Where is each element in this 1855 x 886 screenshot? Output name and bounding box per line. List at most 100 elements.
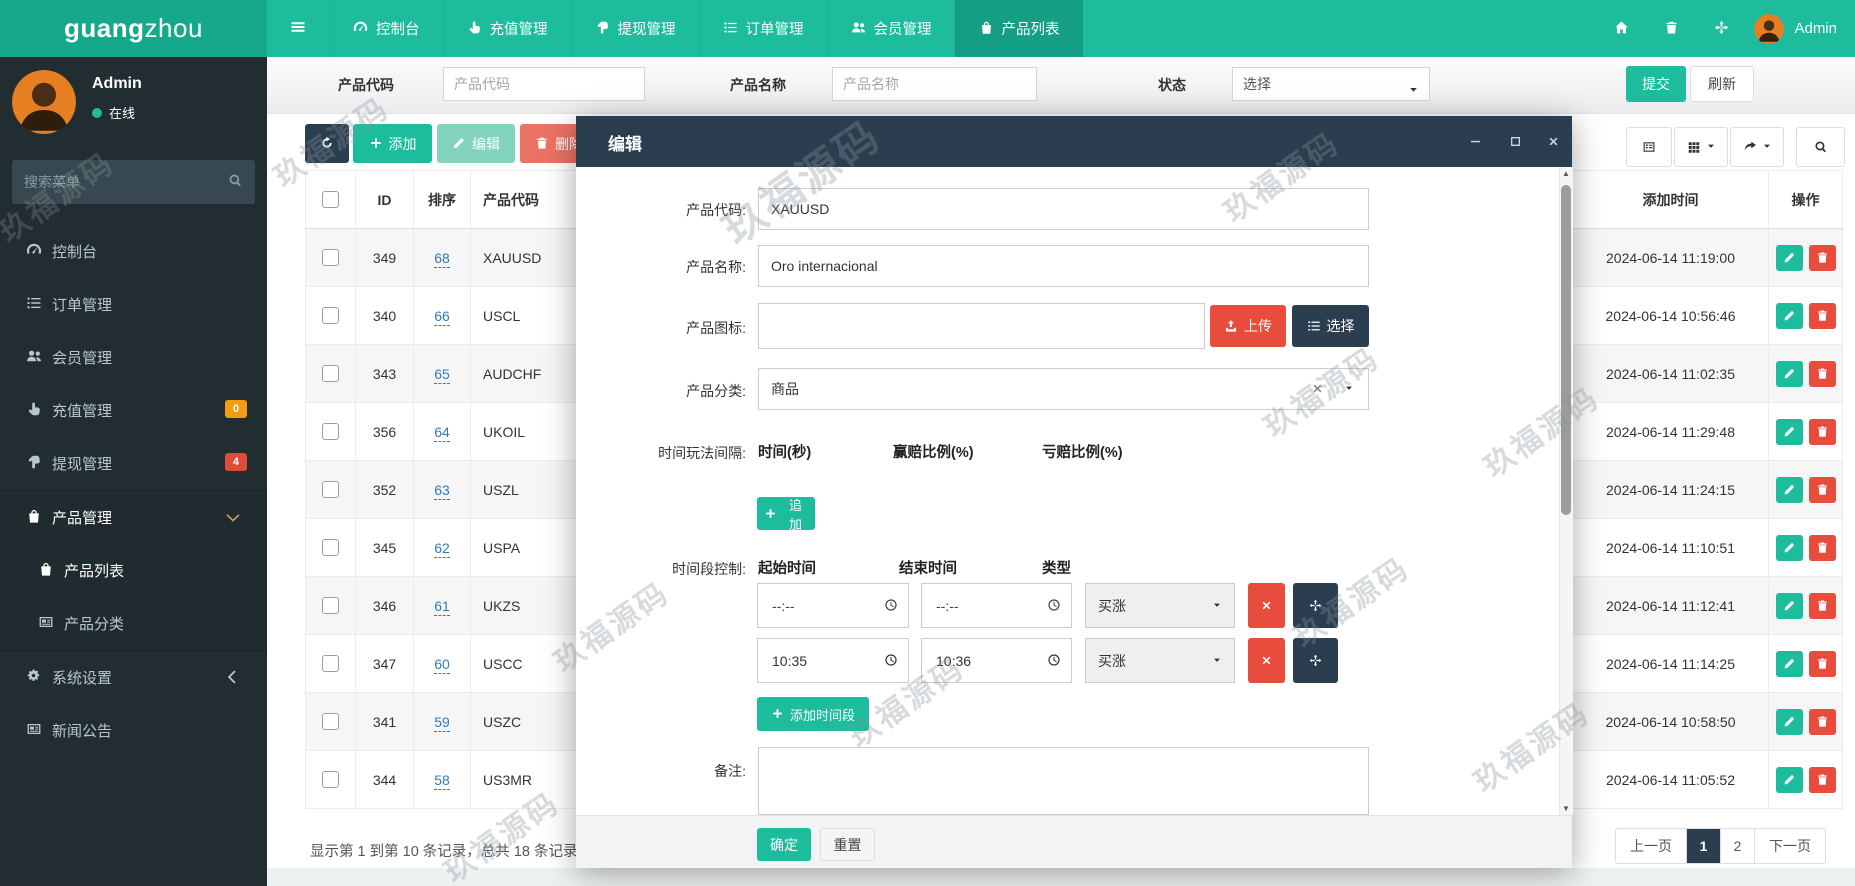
row-checkbox[interactable] [322,307,339,324]
scrollbar-thumb[interactable] [1561,185,1571,515]
row-delete-button[interactable] [1809,303,1836,329]
scroll-down-icon[interactable]: ▼ [1562,804,1570,813]
row-delete-button[interactable] [1809,535,1836,561]
product-code-input[interactable] [758,188,1369,230]
type-select[interactable]: 买涨 [1085,583,1235,628]
nav-item-orders[interactable]: 订单管理 [699,0,827,57]
nav-item-recharge[interactable]: 充值管理 [443,0,571,57]
remove-period-button[interactable] [1248,638,1285,683]
end-time-input[interactable]: 10:36 [921,638,1072,683]
row-edit-button[interactable] [1776,361,1803,387]
filter-name-input[interactable] [832,67,1037,101]
row-edit-button[interactable] [1776,303,1803,329]
user-menu[interactable]: Admin [1746,14,1855,44]
product-name-input[interactable] [758,245,1369,287]
sidebar-item-dashboard[interactable]: 控制台 [0,225,267,278]
row-checkbox[interactable] [322,423,339,440]
row-edit-button[interactable] [1776,651,1803,677]
nav-item-members[interactable]: 会员管理 [827,0,955,57]
row-delete-button[interactable] [1809,767,1836,793]
row-edit-button[interactable] [1776,767,1803,793]
sort-link[interactable]: 64 [434,424,450,442]
confirm-button[interactable]: 确定 [757,828,811,861]
row-checkbox[interactable] [322,713,339,730]
add-button[interactable]: 添加 [353,124,432,163]
sort-link[interactable]: 61 [434,598,450,616]
sidebar-item-product-mgmt[interactable]: 产品管理 [0,491,267,544]
product-category-select[interactable]: 商品 [758,368,1369,410]
row-delete-button[interactable] [1809,419,1836,445]
maximize-icon[interactable] [1509,134,1522,149]
sort-link[interactable]: 58 [434,772,450,790]
row-edit-button[interactable] [1776,477,1803,503]
type-select[interactable]: 买涨 [1085,638,1235,683]
sidebar-toggle-button[interactable] [267,0,329,57]
sidebar-item-members[interactable]: 会员管理 [0,331,267,384]
row-checkbox[interactable] [322,249,339,266]
nav-item-withdraw[interactable]: 提现管理 [571,0,699,57]
sort-link[interactable]: 68 [434,250,450,268]
sort-link[interactable]: 59 [434,714,450,732]
row-checkbox[interactable] [322,539,339,556]
pagination-page-2[interactable]: 2 [1721,829,1755,863]
filter-status-select[interactable]: 选择 [1232,67,1430,101]
sidebar-item-recharge[interactable]: 充值管理0 [0,384,267,437]
row-delete-button[interactable] [1809,477,1836,503]
row-checkbox[interactable] [322,771,339,788]
row-delete-button[interactable] [1809,651,1836,677]
sidebar-item-settings[interactable]: 系统设置 [0,651,267,704]
row-checkbox[interactable] [322,365,339,382]
row-checkbox[interactable] [322,655,339,672]
sort-link[interactable]: 66 [434,308,450,326]
product-icon-input[interactable] [758,303,1205,349]
append-button[interactable]: 追加 [757,497,815,530]
nav-item-dashboard[interactable]: 控制台 [329,0,443,57]
scroll-up-icon[interactable]: ▲ [1562,169,1570,178]
upload-button[interactable]: 上传 [1210,305,1286,347]
brand-logo[interactable]: guangzhou [0,0,267,57]
start-time-input[interactable]: 10:35 [757,638,909,683]
move-period-button[interactable] [1293,583,1338,628]
pagination-page-1[interactable]: 1 [1687,829,1721,863]
row-edit-button[interactable] [1776,245,1803,271]
clear-icon[interactable] [1311,382,1324,397]
submit-button[interactable]: 提交 [1626,66,1686,102]
add-period-button[interactable]: 添加时间段 [757,697,869,731]
sidebar-item-product-category[interactable]: 产品分类 [0,597,267,650]
reload-table-button[interactable] [305,124,349,163]
home-button[interactable] [1596,20,1646,37]
reset-button[interactable]: 重置 [820,828,875,861]
sidebar-item-withdraw[interactable]: 提现管理4 [0,437,267,490]
menu-search-input[interactable] [12,174,228,190]
sidebar-item-orders[interactable]: 订单管理 [0,278,267,331]
sidebar-item-news[interactable]: 新闻公告 [0,704,267,757]
select-all-checkbox[interactable] [322,191,339,208]
pagination-next[interactable]: 下一页 [1755,829,1825,863]
detail-view-button[interactable] [1626,127,1672,167]
row-checkbox[interactable] [322,481,339,498]
row-edit-button[interactable] [1776,535,1803,561]
modal-scrollbar[interactable]: ▲ ▼ [1559,167,1573,815]
row-edit-button[interactable] [1776,709,1803,735]
close-icon[interactable] [1547,134,1560,149]
minimize-icon[interactable] [1469,134,1482,149]
export-button[interactable] [1730,127,1784,167]
row-delete-button[interactable] [1809,245,1836,271]
sort-link[interactable]: 60 [434,656,450,674]
move-period-button[interactable] [1293,638,1338,683]
row-delete-button[interactable] [1809,709,1836,735]
columns-button[interactable] [1674,127,1728,167]
remark-textarea[interactable] [758,747,1369,815]
start-time-input[interactable]: --:-- [757,583,909,628]
edit-button[interactable]: 编辑 [437,124,515,163]
filter-code-input[interactable] [443,67,645,101]
clear-cache-button[interactable] [1646,20,1696,37]
sort-link[interactable]: 65 [434,366,450,384]
row-checkbox[interactable] [322,597,339,614]
sort-link[interactable]: 62 [434,540,450,558]
sort-link[interactable]: 63 [434,482,450,500]
row-edit-button[interactable] [1776,593,1803,619]
pagination-prev[interactable]: 上一页 [1616,829,1687,863]
search-toggle-button[interactable] [1796,127,1845,167]
row-edit-button[interactable] [1776,419,1803,445]
